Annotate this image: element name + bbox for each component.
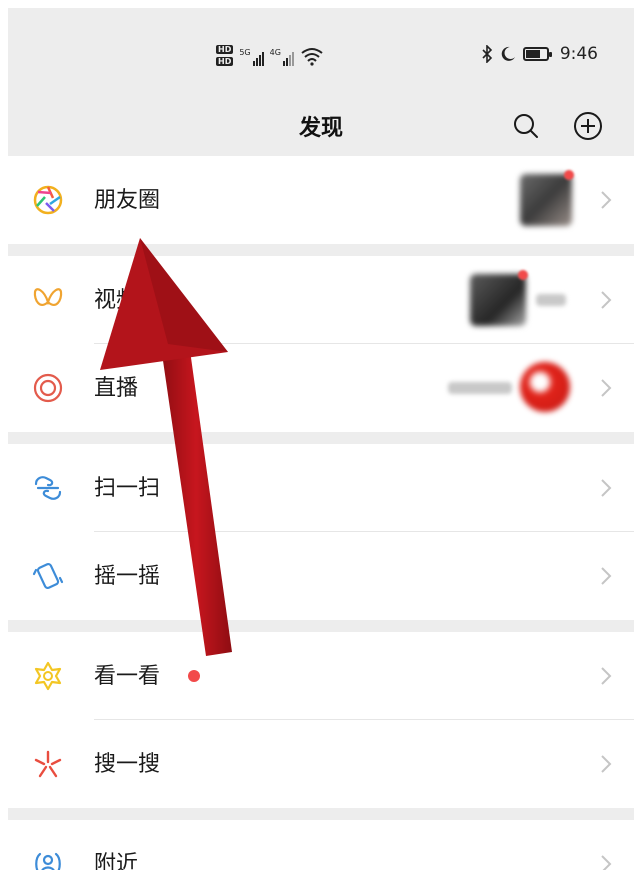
menu-item-label: 搜一搜 [94,752,161,777]
discover-screen: HD HD 5G 4G 9:46 发现 朋友圈 视频号 直播 扫一扫 摇一摇 看… [8,8,634,870]
chevron-right-icon [601,667,612,685]
chevron-right-icon [601,379,612,397]
channels-new-dot [518,270,528,280]
chevron-right-icon [601,291,612,309]
live-preview-text [448,382,512,394]
menu-item-scan[interactable]: 扫一扫 [8,444,634,532]
menu-item-shake[interactable]: 摇一摇 [8,532,634,620]
network-4g-label: 4G [269,48,281,57]
hd-badges: HD HD [216,45,234,66]
wifi-icon [301,48,323,66]
menu-item-nearby[interactable]: 附近 [8,820,634,870]
search-sparkle-icon [34,750,62,778]
menu-item-label: 朋友圈 [94,188,161,213]
shake-icon [32,562,64,590]
title-bar: 发现 [8,96,634,156]
menu-item-label: 扫一扫 [94,476,161,501]
top-stories-icon [34,661,62,691]
moments-preview-avatar [520,174,572,226]
channels-preview-thumb [470,274,526,326]
live-preview-avatar [520,362,570,412]
menu-item-label: 附近 [94,852,139,870]
chevron-right-icon [601,755,612,773]
new-badge-dot [188,670,200,682]
menu-item-top-stories[interactable]: 看一看 [8,632,634,720]
moon-icon [501,46,515,61]
hd-badge: HD [216,45,234,54]
channels-butterfly-icon [33,288,63,307]
signal-4g-icon: 4G [270,48,294,66]
chevron-right-icon [601,567,612,585]
nearby-person-icon [35,852,61,870]
menu-item-label: 直播 [94,376,139,401]
moments-new-dot [564,170,574,180]
discover-group: 看一看 搜一搜 [8,632,634,808]
menu-item-moments[interactable]: 朋友圈 [8,156,634,244]
network-5g-label: 5G [239,48,251,57]
tools-group: 扫一扫 摇一摇 [8,444,634,620]
chevron-right-icon [601,479,612,497]
status-bar: HD HD 5G 4G 9:46 [8,8,634,96]
channels-preview-text [536,294,566,306]
chevron-right-icon [601,191,612,209]
bluetooth-icon [482,45,492,63]
signal-5g-icon: 5G [239,48,264,66]
search-icon[interactable] [506,106,546,146]
scan-icon [34,476,62,500]
chevron-right-icon [601,855,612,870]
menu-item-live[interactable]: 直播 [8,344,634,432]
menu-item-search[interactable]: 搜一搜 [8,720,634,808]
menu-item-label: 摇一摇 [94,564,161,589]
plus-circle-icon[interactable] [568,106,608,146]
hd-badge-2: HD [216,57,234,66]
menu-item-channels[interactable]: 视频号 [8,256,634,344]
nearby-group: 附近 [8,820,634,870]
battery-icon [522,47,552,61]
clock: 9:46 [559,44,598,64]
system-status: 9:46 [481,44,598,64]
channels-group: 视频号 直播 [8,256,634,432]
moments-group: 朋友圈 [8,156,634,244]
menu-item-label: 视频号 [94,288,161,313]
menu-item-label: 看一看 [94,664,161,689]
moments-aperture-icon [33,185,63,215]
network-status: HD HD 5G 4G [216,38,324,66]
live-ring-icon [33,373,63,403]
